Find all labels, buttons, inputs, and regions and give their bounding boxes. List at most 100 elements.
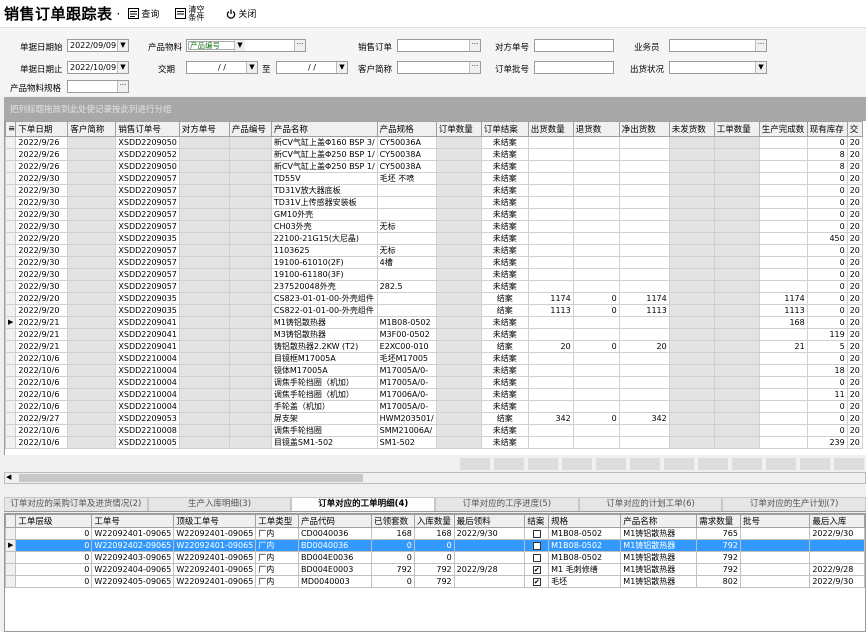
chevron-down-icon[interactable]: ▼ (117, 40, 128, 51)
row-selector[interactable] (5, 208, 17, 221)
row-selector[interactable] (5, 400, 17, 413)
column-header[interactable]: 批号 (739, 514, 811, 528)
column-header[interactable]: 对方单号 (178, 121, 230, 137)
row-selector[interactable] (5, 268, 17, 281)
ellipsis-icon[interactable]: ··· (294, 40, 305, 51)
closed-cell[interactable]: ✔ (524, 575, 550, 588)
column-header[interactable]: 产品规格 (376, 121, 437, 137)
table-row[interactable]: 2022/9/30 XSDD2209057 TD31V上传感器安装板 未结案 0 20 (5, 196, 863, 209)
row-selector[interactable] (5, 184, 17, 197)
ellipsis-icon[interactable]: ··· (117, 81, 128, 92)
group-by-area[interactable]: 把列标题拖放到此处使记录按此列进行分组 (4, 97, 866, 121)
column-header[interactable]: 需求数量 (696, 514, 741, 528)
period-from-input[interactable]: / / ▼ (186, 61, 258, 74)
row-selector[interactable] (5, 424, 17, 437)
column-header[interactable]: 下单日期 (15, 121, 69, 137)
row-selector[interactable] (5, 364, 17, 377)
row-selector[interactable] (5, 220, 17, 233)
table-row[interactable]: 2022/9/26 XSDD2209050 新CV气缸上盖Φ250 BSP 1/CY… (5, 160, 863, 173)
column-header[interactable]: 最后领料 (453, 514, 526, 528)
closed-cell[interactable] (524, 539, 550, 552)
table-row[interactable]: 2022/9/30 XSDD2209057 237520048外壳 282.5 未结案 0… (5, 280, 863, 293)
closed-checkbox[interactable]: ✔ (532, 565, 541, 574)
row-selector[interactable] (5, 352, 17, 365)
table-row[interactable]: 2022/10/6 XSDD2210004 调焦手轮挡圈（机加） M17005A/0-… (5, 376, 863, 389)
tab-4[interactable]: 订单对应的工单明细(4) (291, 497, 436, 511)
date-to-input[interactable]: 2022/10/09 ▼ (67, 61, 129, 74)
column-header[interactable]: 工单类型 (255, 514, 299, 528)
table-row[interactable]: 2022/9/27 XSDD2209053 屏支架 HWM203501/结案 342 0 3… (5, 412, 863, 425)
row-selector[interactable] (5, 148, 17, 161)
ellipsis-icon[interactable]: ··· (469, 62, 480, 73)
other-no-input[interactable] (534, 39, 614, 52)
product-input[interactable]: 产品编号 ▼ ··· (186, 39, 306, 52)
column-header[interactable]: 出货数量 (527, 121, 574, 137)
table-row[interactable]: 2022/9/30 XSDD2209057 TD55V 毛坯 不喷 未结案 0 20 (5, 172, 863, 185)
column-header[interactable]: 现有库存 (806, 121, 848, 137)
chevron-down-icon[interactable]: ▼ (246, 62, 257, 73)
row-selector[interactable] (5, 340, 17, 353)
row-selector[interactable]: ▶ (5, 316, 17, 329)
column-header[interactable]: 未发货数 (668, 121, 715, 137)
table-row[interactable]: 2022/9/26 XSDD2209052 新CV气缸上盖Φ250 BSP 1/CY… (5, 148, 863, 161)
ellipsis-icon[interactable]: ··· (755, 40, 766, 51)
column-header[interactable]: 工单号 (91, 514, 175, 528)
tab-6[interactable]: 订单对应的计划工单(6) (578, 497, 723, 511)
column-header[interactable]: 交 (846, 121, 863, 137)
table-row[interactable]: 2022/10/6 XSDD2210004 调焦手轮挡圈（机加） M17006A/0-… (5, 388, 863, 401)
horizontal-scrollbar[interactable]: ◀ (4, 472, 866, 484)
row-selector[interactable]: ▶ (5, 539, 17, 552)
column-header[interactable]: 工单层级 (15, 514, 93, 528)
column-header[interactable]: 销售订单号 (115, 121, 180, 137)
detail-row[interactable]: 0 W22092401-09065 W22092401-09065 厂内 CD00400… (5, 527, 865, 540)
customer-input[interactable]: ··· (397, 61, 481, 74)
table-row[interactable]: 2022/9/20 XSDD2209035 CS823-01-01-00-外壳组件 结… (5, 292, 863, 305)
tab-3[interactable]: 生产入库明细(3) (147, 497, 292, 511)
order-input[interactable]: ··· (397, 39, 481, 52)
closed-checkbox[interactable] (532, 529, 541, 538)
row-selector[interactable] (5, 292, 17, 305)
detail-row[interactable]: ▶ 0 W22092402-09065 W22092401-09065 厂内 BD0040… (5, 539, 865, 552)
clear-conditions-button[interactable]: 清空条件 (175, 5, 210, 22)
table-row[interactable]: 2022/9/30 XSDD2209057 TD31V放大器底板 未结案 0 20 (5, 184, 863, 197)
closed-cell[interactable] (524, 551, 550, 564)
table-row[interactable]: 2022/9/30 XSDD2209057 19100-61180(3F) 未结案 0 2… (5, 268, 863, 281)
column-header[interactable]: 退货数 (572, 121, 620, 137)
row-selector[interactable] (5, 412, 17, 425)
batch-input[interactable] (534, 61, 614, 74)
table-row[interactable]: ▶ 2022/9/21 XSDD2209041 M1铸铝散热器 M1B08-0502 未结… (5, 316, 863, 329)
row-selector[interactable] (5, 160, 17, 173)
table-row[interactable]: 2022/9/20 XSDD2209035 22100-21G15(大尼晶) 未结案 4… (5, 232, 863, 245)
table-row[interactable]: 2022/9/26 XSDD2209050 新CV气缸上盖Φ160 BSP 3/CY… (5, 136, 863, 149)
row-selector[interactable] (5, 172, 17, 185)
table-row[interactable]: 2022/9/30 XSDD2209057 GM10外壳 未结案 0 20 (5, 208, 863, 221)
period-to-input[interactable]: / / ▼ (276, 61, 348, 74)
table-row[interactable]: 2022/9/30 XSDD2209057 19100-61010(2F) 4槽 未结案… (5, 256, 863, 269)
closed-checkbox[interactable] (532, 541, 541, 550)
table-row[interactable]: 2022/9/30 XSDD2209057 CH03外壳 无标 未结案 0 20 (5, 220, 863, 233)
chevron-down-icon[interactable]: ▼ (336, 62, 347, 73)
closed-checkbox[interactable]: ✔ (532, 577, 541, 586)
tab-2[interactable]: 订单对应的采购订单及进货情况(2) (4, 497, 148, 511)
column-header[interactable]: 结案 (524, 514, 550, 528)
close-button[interactable]: 关闭 (226, 7, 256, 20)
column-header[interactable]: 产品编号 (228, 121, 272, 137)
tab-5[interactable]: 订单对应的工序进度(5) (435, 497, 579, 511)
column-header[interactable]: 顶级工单号 (173, 514, 257, 528)
row-selector[interactable] (5, 280, 17, 293)
table-row[interactable]: 2022/10/6 XSDD2210004 目镜框M17005A 毛坯M17005 未结… (5, 352, 863, 365)
ellipsis-icon[interactable]: ··· (469, 40, 480, 51)
closed-cell[interactable]: ✔ (524, 563, 550, 576)
row-selector[interactable] (5, 196, 17, 209)
table-row[interactable]: 2022/10/6 XSDD2210004 手轮盖（机加） M17005A/0- 未结案… (5, 400, 863, 413)
table-row[interactable]: 2022/10/6 XSDD2210008 调焦手轮挡圈 SMM21006A/未结案 0… (5, 424, 863, 437)
row-selector[interactable] (5, 136, 17, 149)
row-selector[interactable] (5, 232, 17, 245)
ship-status-select[interactable]: ▼ (669, 61, 767, 74)
chevron-down-icon[interactable]: ▼ (234, 40, 245, 51)
detail-row[interactable]: 0 W22092403-09065 W22092401-09065 厂内 BD004E0… (5, 551, 865, 564)
column-header[interactable]: 最后入库 (809, 514, 865, 528)
column-header[interactable]: 产品代码 (297, 514, 373, 528)
column-header[interactable]: 产品名称 (270, 121, 378, 137)
row-selector[interactable] (5, 563, 17, 576)
